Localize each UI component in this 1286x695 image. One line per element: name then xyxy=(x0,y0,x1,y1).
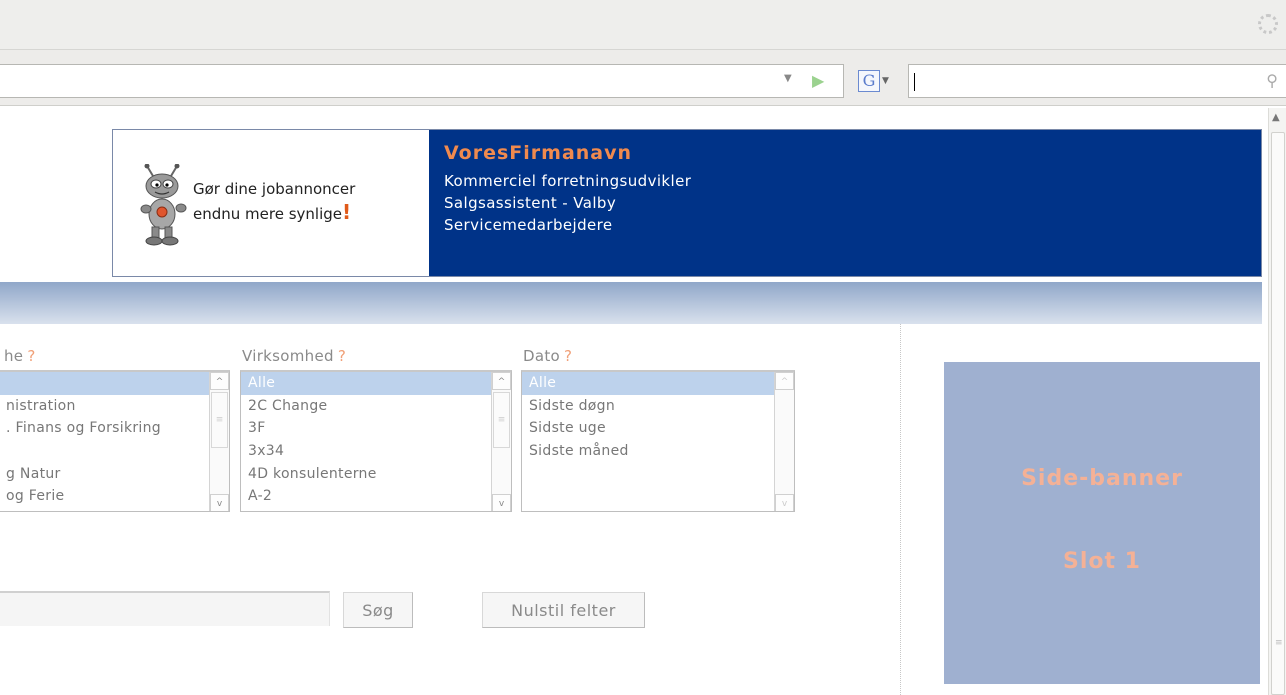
dato-label: Dato? xyxy=(523,347,572,365)
promo-panel[interactable]: Gør dine jobannoncer endnu mere synlige! xyxy=(113,130,429,276)
go-arrow-icon[interactable]: ▶ xyxy=(812,71,824,90)
throbber-icon xyxy=(1258,14,1278,34)
virksomhed-label-text: Virksomhed xyxy=(242,347,334,365)
browser-toolbar xyxy=(0,0,1286,50)
promo-text: Gør dine jobannoncer endnu mere synlige! xyxy=(193,178,355,226)
scroll-thumb[interactable]: ≡ xyxy=(1271,132,1285,695)
dato-help-link[interactable]: ? xyxy=(564,347,572,365)
job-search-input[interactable] xyxy=(0,591,330,626)
virksomhed-option[interactable]: Alle xyxy=(241,372,511,395)
chevron-down-icon[interactable]: v xyxy=(492,494,511,511)
promo-line-1: Gør dine jobannoncer xyxy=(193,180,356,198)
dato-listbox-scrollbar[interactable]: ^ v xyxy=(774,372,794,511)
scroll-thumb[interactable]: ≡ xyxy=(211,392,228,448)
chevron-down-icon[interactable]: v xyxy=(775,494,794,511)
chevron-up-icon[interactable]: ^ xyxy=(775,372,794,390)
branche-option[interactable] xyxy=(0,372,229,395)
dato-option[interactable]: Alle xyxy=(522,372,794,395)
virksomhed-option[interactable]: 3F xyxy=(241,417,511,440)
company-name[interactable]: VoresFirmanavn xyxy=(444,142,1261,164)
branche-option[interactable]: nistration xyxy=(0,395,229,418)
virksomhed-option[interactable]: 4D konsulenterne xyxy=(241,463,511,486)
job-link-3[interactable]: Servicemedarbejdere xyxy=(444,214,1261,236)
job-link-1[interactable]: Kommerciel forretningsudvikler xyxy=(444,170,1261,192)
magnifier-icon[interactable]: ⚲ xyxy=(1266,71,1278,90)
job-link-2[interactable]: Salgsassistent - Valby xyxy=(444,192,1261,214)
virksomhed-option[interactable]: 2C Change xyxy=(241,395,511,418)
dato-option[interactable]: Sidste måned xyxy=(522,440,794,463)
promo-line-2: endnu mere synlige! xyxy=(193,201,355,226)
google-icon: G xyxy=(858,70,880,92)
virksomhed-help-link[interactable]: ? xyxy=(338,347,346,365)
dato-option[interactable]: Sidste uge xyxy=(522,417,794,440)
branche-help-link[interactable]: ? xyxy=(27,347,35,365)
company-jobs-panel: VoresFirmanavn Kommerciel forretningsudv… xyxy=(429,130,1261,276)
page-scrollbar[interactable]: ▲ ≡ xyxy=(1268,108,1286,695)
dato-label-text: Dato xyxy=(523,347,561,365)
branche-label: he? xyxy=(4,347,36,365)
promo-exclaim: ! xyxy=(342,200,352,224)
column-divider xyxy=(900,324,901,695)
dato-listbox[interactable]: Alle Sidste døgn Sidste uge Sidste måned… xyxy=(521,370,795,512)
virksomhed-label: Virksomhed? xyxy=(242,347,346,365)
scroll-thumb[interactable]: ≡ xyxy=(493,392,510,448)
header-gradient-bar xyxy=(0,282,1262,324)
virksomhed-listbox-scrollbar[interactable]: ^ ≡ v xyxy=(491,372,511,511)
reset-fields-button[interactable]: Nulstil felter xyxy=(482,592,645,628)
dato-option[interactable]: Sidste døgn xyxy=(522,395,794,418)
branche-option[interactable] xyxy=(0,440,229,463)
virksomhed-listbox[interactable]: Alle 2C Change 3F 3x34 4D konsulenterne … xyxy=(240,370,512,512)
chevron-up-icon[interactable]: ^ xyxy=(210,372,229,390)
chevron-down-icon[interactable]: v xyxy=(210,494,229,511)
side-banner-slot: Slot 1 xyxy=(1063,549,1141,574)
robot-mascot-icon xyxy=(140,164,187,246)
branche-listbox[interactable]: nistration . Finans og Forsikring g Natu… xyxy=(0,370,230,512)
url-history-dropdown-icon[interactable]: ▼ xyxy=(784,73,792,84)
scroll-grip-icon: ≡ xyxy=(1275,638,1283,648)
side-banner[interactable]: Side-banner Slot 1 xyxy=(944,362,1260,684)
branche-option[interactable]: g Natur xyxy=(0,463,229,486)
url-bar[interactable] xyxy=(0,64,844,98)
branche-label-text: he xyxy=(4,347,24,365)
text-caret xyxy=(914,73,915,91)
search-button[interactable]: Søg xyxy=(343,592,413,628)
branche-listbox-scrollbar[interactable]: ^ ≡ v xyxy=(209,372,229,511)
virksomhed-option[interactable]: A-2 xyxy=(241,485,511,508)
chevron-down-icon: ▼ xyxy=(882,76,889,86)
search-engine-selector[interactable]: G ▼ xyxy=(856,64,904,98)
browser-search-input[interactable]: ⚲ xyxy=(908,64,1286,98)
promo-line-2-text: endnu mere synlige xyxy=(193,205,342,223)
scroll-up-arrow-icon[interactable]: ▲ xyxy=(1272,112,1280,123)
branche-option[interactable]: . Finans og Forsikring xyxy=(0,417,229,440)
side-banner-title: Side-banner xyxy=(1021,466,1183,491)
chevron-up-icon[interactable]: ^ xyxy=(492,372,511,390)
top-banner[interactable]: Gør dine jobannoncer endnu mere synlige!… xyxy=(112,129,1262,277)
branche-option[interactable]: og Ferie xyxy=(0,485,229,508)
virksomhed-option[interactable]: 3x34 xyxy=(241,440,511,463)
